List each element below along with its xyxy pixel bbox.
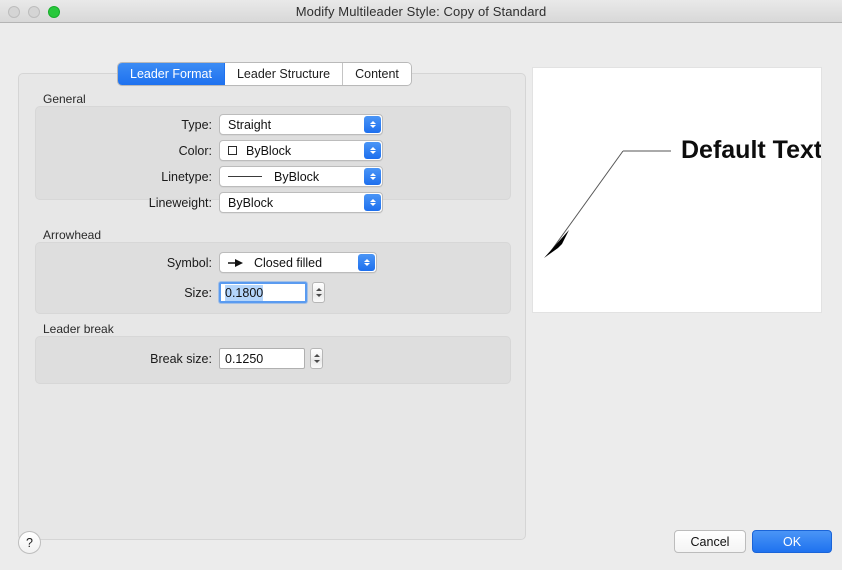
leader-preview: Default Text	[532, 67, 823, 313]
break-size-input[interactable]: 0.1250	[219, 348, 305, 369]
tab-bar: Leader Format Leader Structure Content	[118, 63, 411, 85]
leader-preview-drawing: Default Text	[544, 136, 823, 258]
label-size: Size:	[184, 285, 212, 300]
help-button[interactable]: ?	[18, 531, 41, 554]
dialog-body: Leader Format Leader Structure Content G…	[0, 23, 842, 570]
chevron-updown-icon[interactable]	[364, 194, 381, 211]
label-lineweight: Lineweight:	[148, 195, 212, 210]
group-label-general: General	[43, 92, 86, 106]
color-popup-button[interactable]: ByBlock	[219, 140, 383, 161]
chevron-updown-icon[interactable]	[364, 116, 381, 133]
label-type: Type:	[181, 117, 212, 132]
linetype-value: ByBlock	[274, 169, 320, 184]
label-linetype: Linetype:	[161, 169, 212, 184]
window-controls	[8, 0, 60, 23]
break-size-stepper[interactable]	[310, 348, 323, 369]
preview-default-text: Default Text	[681, 136, 821, 164]
label-symbol: Symbol:	[166, 255, 212, 270]
type-value: Straight	[228, 117, 272, 132]
ok-button[interactable]: OK	[752, 530, 832, 553]
row-break-size: Break size: 0.1250	[19, 348, 419, 369]
row-lineweight: Lineweight: ByBlock	[19, 192, 419, 213]
minimize-button[interactable]	[28, 5, 40, 18]
color-swatch-icon	[228, 146, 237, 155]
arrowhead-size-value: 0.1800	[225, 284, 264, 301]
close-button[interactable]	[8, 5, 20, 18]
closed-filled-arrow-icon	[228, 258, 244, 268]
arrowhead-size-stepper[interactable]	[312, 282, 325, 303]
label-color: Color:	[178, 143, 212, 158]
arrowhead-symbol-value: Closed filled	[254, 255, 323, 270]
tab-leader-structure[interactable]: Leader Structure	[224, 63, 344, 85]
leader-format-panel: General Type: Straight Color: ByBlock Li…	[18, 73, 526, 540]
row-arrowhead-symbol: Symbol: Closed filled	[19, 252, 419, 273]
row-linetype: Linetype: ByBlock	[19, 166, 419, 187]
group-label-leader-break: Leader break	[43, 322, 114, 336]
cancel-button[interactable]: Cancel	[674, 530, 746, 553]
chevron-updown-icon[interactable]	[358, 254, 375, 271]
lineweight-popup-button[interactable]: ByBlock	[219, 192, 383, 213]
linetype-popup-button[interactable]: ByBlock	[219, 166, 383, 187]
type-popup-button[interactable]: Straight	[219, 114, 383, 135]
window-title: Modify Multileader Style: Copy of Standa…	[295, 3, 547, 19]
leader-diagonal-segment	[550, 150, 624, 252]
row-type: Type: Straight	[19, 114, 419, 135]
tab-leader-format[interactable]: Leader Format	[118, 63, 225, 85]
title-bar: Modify Multileader Style: Copy of Standa…	[0, 0, 842, 23]
arrowhead-symbol-popup-button[interactable]: Closed filled	[219, 252, 377, 273]
label-break-size: Break size:	[150, 351, 212, 366]
group-label-arrowhead: Arrowhead	[43, 228, 102, 242]
closed-filled-arrowhead	[544, 230, 569, 258]
modify-multileader-style-dialog: Modify Multileader Style: Copy of Standa…	[0, 0, 842, 570]
tab-content[interactable]: Content	[343, 63, 411, 85]
chevron-updown-icon[interactable]	[364, 168, 381, 185]
row-arrowhead-size: Size: 0.1800	[19, 282, 419, 303]
break-size-value: 0.1250	[225, 351, 264, 366]
line-sample-icon	[228, 176, 262, 177]
arrowhead-size-input[interactable]: 0.1800	[219, 282, 307, 303]
color-value: ByBlock	[246, 143, 292, 158]
zoom-button[interactable]	[48, 5, 60, 18]
lineweight-value: ByBlock	[228, 195, 274, 210]
row-color: Color: ByBlock	[19, 140, 419, 161]
dialog-footer: ? Cancel OK	[0, 517, 842, 570]
chevron-updown-icon[interactable]	[364, 142, 381, 159]
